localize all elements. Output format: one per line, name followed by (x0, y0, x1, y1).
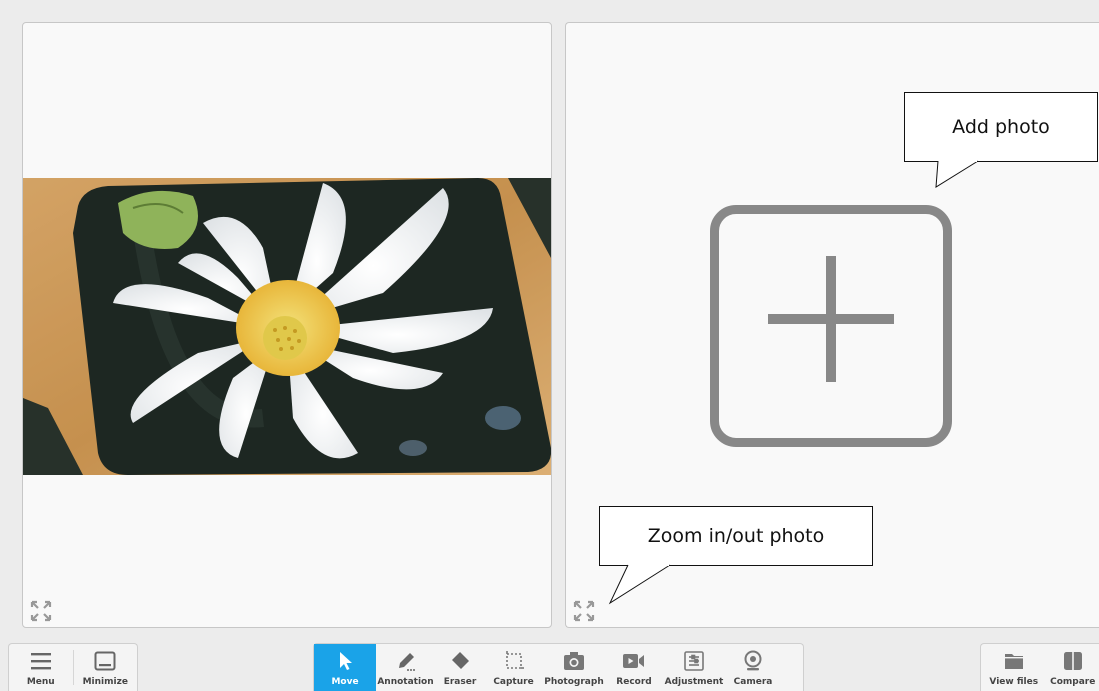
hamburger-menu-icon (30, 653, 51, 670)
toolbar-center: Move Annotation Eraser Capture Photograp… (313, 643, 804, 691)
zoom-callout-text: Zoom in/out photo (647, 525, 825, 547)
lotus-photo (23, 178, 551, 475)
compare-button[interactable]: Compare (1046, 644, 1099, 691)
capture-label: Capture (493, 677, 534, 687)
record-tool-button[interactable]: Record (606, 644, 662, 691)
expand-icon[interactable] (572, 599, 596, 623)
menu-button[interactable]: Menu (9, 644, 73, 691)
compare-label: Compare (1050, 677, 1096, 687)
photograph-tool-button[interactable]: Photograph (542, 644, 606, 691)
webcam-icon (744, 650, 762, 671)
minimize-button[interactable]: Minimize (74, 644, 138, 691)
add-photo-callout-text: Add photo (952, 116, 1050, 138)
pencil-icon (398, 653, 415, 671)
toolbar-right: View files Compare (980, 643, 1099, 691)
camera-tool-button[interactable]: Camera (726, 644, 780, 691)
expand-icon[interactable] (29, 599, 53, 623)
record-label: Record (616, 677, 652, 687)
left-photo-pane[interactable] (22, 22, 552, 628)
menu-label: Menu (26, 677, 55, 687)
view-files-button[interactable]: View files (981, 644, 1046, 691)
annotation-label: Annotation (377, 677, 434, 687)
photo-camera-icon (564, 652, 584, 670)
photograph-label: Photograph (544, 677, 604, 687)
minimize-label: Minimize (82, 677, 128, 687)
zoom-callout: Zoom in/out photo (599, 506, 873, 566)
adjustment-label: Adjustment (664, 677, 724, 687)
move-tool-button[interactable]: Move (314, 644, 376, 691)
adjustment-tool-button[interactable]: Adjustment (662, 644, 726, 691)
plus-vertical-bar (826, 256, 836, 382)
move-label: Move (331, 677, 359, 687)
add-photo-plus-icon[interactable] (710, 205, 952, 447)
compare-split-icon (1063, 652, 1082, 670)
eraser-tool-button[interactable]: Eraser (435, 644, 485, 691)
eraser-label: Eraser (443, 677, 477, 687)
capture-tool-button[interactable]: Capture (485, 644, 542, 691)
eraser-icon (452, 652, 469, 669)
minimize-window-icon (94, 651, 116, 671)
camera-label: Camera (733, 677, 773, 687)
sliders-adjust-icon (684, 651, 704, 671)
crop-capture-icon (505, 651, 524, 669)
video-record-icon (623, 654, 644, 668)
folder-icon (1004, 654, 1023, 669)
add-photo-callout: Add photo (904, 92, 1098, 162)
annotation-tool-button[interactable]: Annotation (376, 644, 435, 691)
view-files-label: View files (989, 677, 1039, 687)
cursor-arrow-icon (340, 652, 352, 670)
toolbar-left: Menu Minimize (8, 643, 138, 691)
